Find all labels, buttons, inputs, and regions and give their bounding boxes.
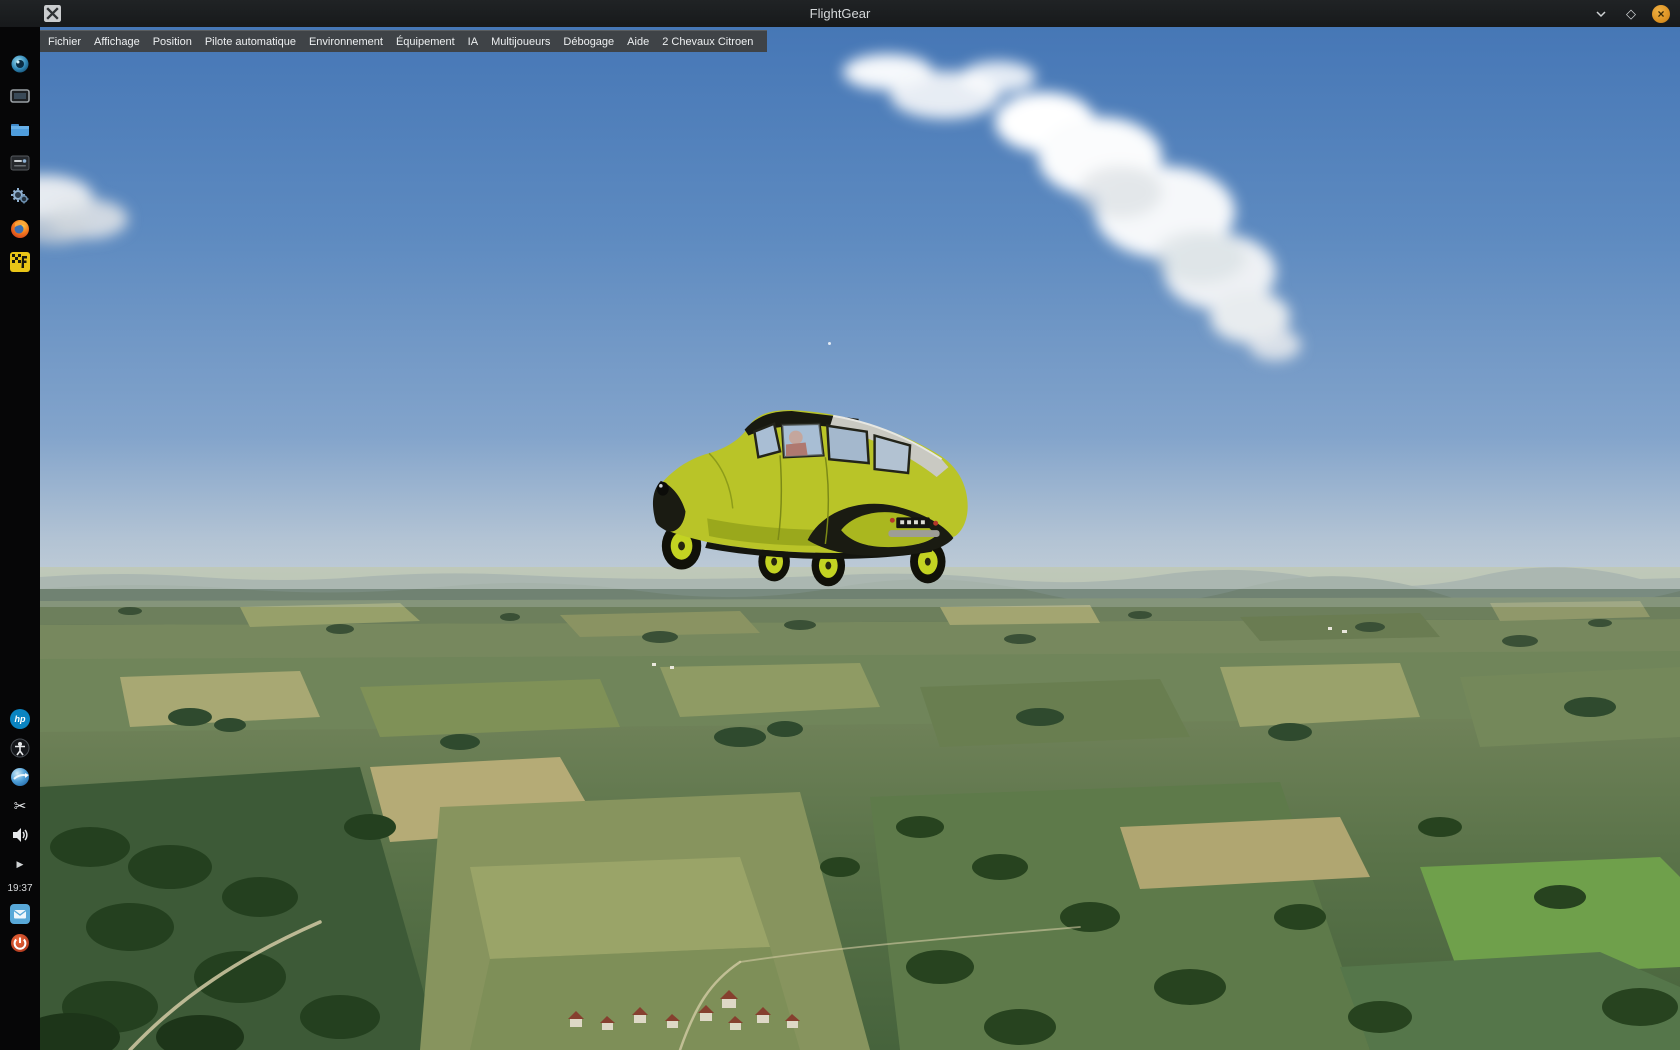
taskbar-bottom-group: hp ✂ ▶ 19:37 bbox=[7, 708, 33, 954]
minimize-button[interactable] bbox=[1592, 5, 1610, 23]
car-body bbox=[653, 409, 968, 554]
menu-item-environnement[interactable]: Environnement bbox=[309, 36, 383, 48]
menu-item-debogage[interactable]: Débogage bbox=[563, 36, 614, 48]
flightgear-viewport[interactable]: Fichier Affichage Position Pilote automa… bbox=[40, 27, 1680, 1050]
flightgear-launcher-icon[interactable] bbox=[8, 251, 32, 273]
chevron-down-icon bbox=[1596, 10, 1606, 17]
menu-item-ia[interactable]: IA bbox=[468, 36, 478, 48]
file-manager-icon[interactable] bbox=[8, 119, 32, 141]
blue-lens-icon[interactable] bbox=[8, 53, 32, 75]
citroen-2cv bbox=[652, 409, 968, 587]
scissors-icon[interactable]: ✂ bbox=[8, 795, 32, 817]
menu-item-multijoueurs[interactable]: Multijoueurs bbox=[491, 36, 550, 48]
web-browser-icon[interactable] bbox=[8, 766, 32, 788]
clouds bbox=[40, 54, 1301, 361]
menu-item-affichage[interactable]: Affichage bbox=[94, 36, 140, 48]
display-icon[interactable] bbox=[8, 86, 32, 108]
taskbar-top-group bbox=[8, 53, 32, 273]
window-title: FlightGear bbox=[809, 6, 871, 21]
expand-arrow-icon[interactable]: ▶ bbox=[8, 853, 32, 875]
menubar: Fichier Affichage Position Pilote automa… bbox=[40, 30, 768, 52]
car-windows bbox=[753, 422, 912, 475]
hp-label: hp bbox=[10, 709, 30, 729]
menu-item-equipement[interactable]: Équipement bbox=[396, 36, 455, 48]
panel-settings-icon[interactable] bbox=[8, 152, 32, 174]
driver-torso bbox=[785, 442, 808, 457]
menu-item-pilote-automatique[interactable]: Pilote automatique bbox=[205, 36, 296, 48]
maximize-button[interactable]: ◇ bbox=[1622, 5, 1640, 23]
power-icon[interactable] bbox=[8, 932, 32, 954]
desktop: FlightGear ◇ × hp ✂ ▶ 19:37 Fichier Affi… bbox=[0, 0, 1680, 1050]
mail-icon[interactable] bbox=[8, 903, 32, 925]
car-roof-front bbox=[744, 410, 859, 436]
car-roof-rear bbox=[829, 415, 949, 477]
taskbar: hp ✂ ▶ 19:37 bbox=[0, 27, 40, 1050]
sun-glint bbox=[828, 342, 831, 345]
license-plate bbox=[896, 517, 930, 529]
window-controls: ◇ × bbox=[1592, 0, 1670, 27]
system-gears-icon[interactable] bbox=[8, 185, 32, 207]
terrain bbox=[40, 567, 1680, 1050]
accessibility-icon[interactable] bbox=[8, 737, 32, 759]
taskbar-clock: 19:37 bbox=[7, 883, 33, 894]
firefox-icon[interactable] bbox=[8, 218, 32, 240]
menu-item-2-chevaux-citroen[interactable]: 2 Chevaux Citroen bbox=[662, 36, 753, 48]
window-titlebar: FlightGear ◇ × bbox=[0, 0, 1680, 27]
driver-head bbox=[788, 430, 803, 445]
village bbox=[568, 990, 800, 1030]
wheels bbox=[661, 522, 946, 587]
menu-item-aide[interactable]: Aide bbox=[627, 36, 649, 48]
menu-item-fichier[interactable]: Fichier bbox=[48, 36, 81, 48]
close-button[interactable]: × bbox=[1652, 4, 1670, 23]
menu-item-position[interactable]: Position bbox=[153, 36, 192, 48]
hp-icon[interactable]: hp bbox=[8, 708, 32, 730]
volume-icon[interactable] bbox=[8, 824, 32, 846]
